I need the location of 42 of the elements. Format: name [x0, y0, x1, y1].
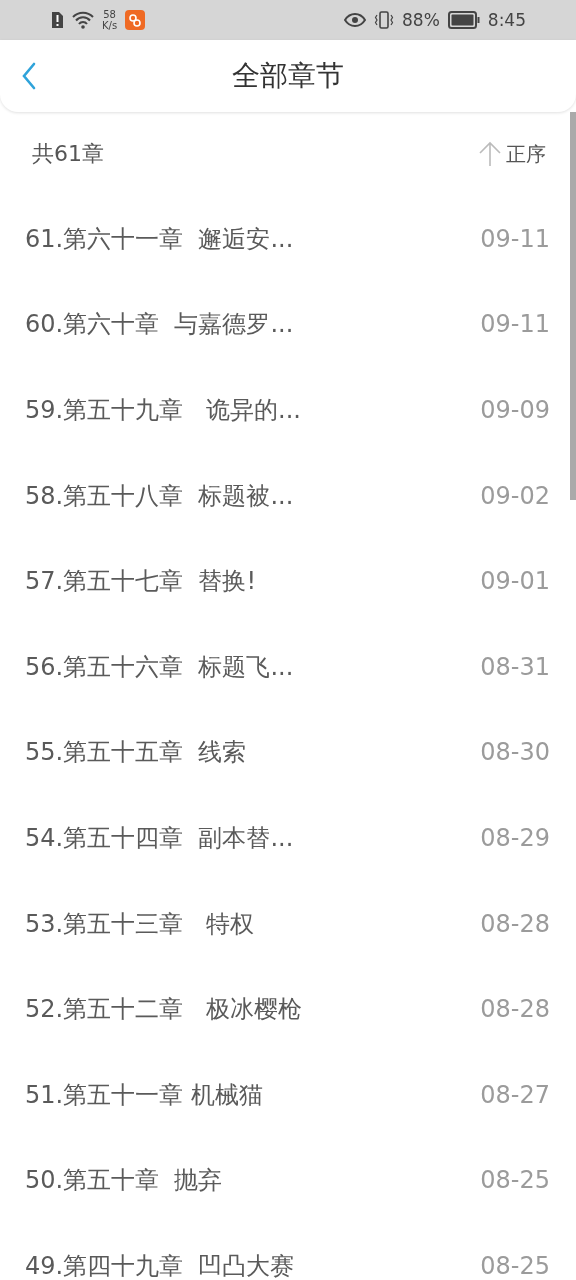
chapter-date: 08-27	[480, 1080, 550, 1109]
sort-button[interactable]: 正序	[478, 140, 546, 168]
back-button[interactable]	[22, 62, 36, 90]
chapter-date: 08-30	[480, 738, 550, 767]
chapter-title[interactable]: 59.第五十九章 诡异的...	[25, 394, 301, 426]
wifi-icon	[72, 11, 94, 29]
chapter-title[interactable]: 60.第六十章 与嘉德罗...	[25, 308, 294, 341]
speed-value: 58	[103, 9, 116, 20]
chapter-title[interactable]: 58.第五十八章 标题被...	[25, 479, 294, 512]
app-icon	[125, 10, 146, 30]
battery-percent: 88%	[402, 10, 440, 30]
chapter-title[interactable]: 54.第五十四章 副本替...	[25, 821, 294, 854]
speed-unit: K/s	[102, 20, 118, 31]
battery-icon	[447, 11, 480, 29]
chapter-date: 08-28	[480, 909, 550, 938]
scrollbar[interactable]	[570, 112, 576, 500]
page-title: 全部章节	[232, 58, 344, 94]
chapter-date: 09-09	[480, 396, 550, 424]
chapter-date: 09-01	[480, 567, 550, 596]
chapter-date: 09-02	[480, 481, 550, 510]
chapter-title[interactable]: 53.第五十三章 特权	[25, 907, 255, 940]
chapter-title[interactable]: 57.第五十七章 替换!	[25, 565, 257, 598]
chapter-date: 08-31	[480, 652, 550, 681]
chapter-date: 09-11	[480, 310, 550, 339]
chapter-title[interactable]: 49.第四十九章 凹凸大赛	[25, 1249, 295, 1280]
chapter-title[interactable]: 52.第五十二章 极冰樱枪	[25, 993, 303, 1026]
chapter-title[interactable]: 50.第五十章 抛弃	[25, 1164, 223, 1197]
alert-icon	[50, 11, 64, 29]
eye-icon	[344, 12, 366, 28]
clock: 8:45	[487, 10, 526, 30]
up-arrow-icon	[478, 141, 502, 167]
chapter-title[interactable]: 51.第五十一章 机械猫	[25, 1078, 263, 1111]
chapter-title[interactable]: 61.第六十一章 邂逅安...	[25, 222, 294, 255]
chapter-title[interactable]: 55.第五十五章 线索	[25, 736, 247, 769]
vibrate-icon	[374, 10, 394, 30]
chapter-date: 08-28	[480, 995, 550, 1024]
chapter-title[interactable]: 56.第五十六章 标题飞...	[25, 650, 294, 683]
chapter-date: 08-25	[480, 1251, 550, 1280]
chapter-date: 08-25	[480, 1166, 550, 1195]
chapter-count: 共61章	[32, 140, 104, 168]
chapter-date: 08-29	[480, 823, 550, 852]
chapter-date: 09-11	[480, 224, 550, 253]
